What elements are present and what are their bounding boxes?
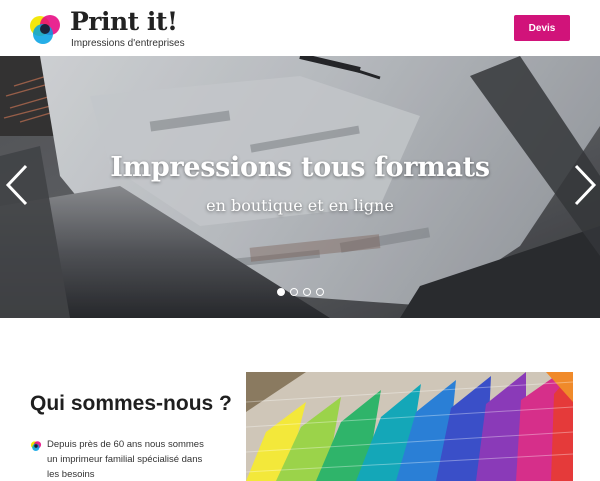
slider-dot[interactable] (290, 288, 298, 296)
slider-dot[interactable] (316, 288, 324, 296)
hero-background-image (0, 56, 600, 318)
about-text: Depuis près de 60 ans nous sommes un imp… (47, 439, 204, 480)
about-title: Qui sommes-nous ? (30, 392, 232, 415)
slider-dot[interactable] (303, 288, 311, 296)
chevron-right-icon[interactable] (568, 162, 600, 208)
slider-dot[interactable] (277, 288, 285, 296)
site-header: Print it! Impressions d'entreprises Devi… (0, 0, 600, 56)
hero-slider: Impressions tous formats en boutique et … (0, 56, 600, 318)
hero-title: Impressions tous formats (110, 152, 490, 183)
brand-subtitle: Impressions d'entreprises (71, 38, 185, 49)
logo-icon[interactable] (28, 12, 64, 48)
slider-dots (277, 288, 324, 298)
color-swatch-image (246, 372, 573, 481)
devis-button[interactable]: Devis (514, 15, 570, 41)
hero-subtitle: en boutique et en ligne (206, 196, 394, 215)
cmyk-circles-icon (30, 441, 42, 451)
brand-title[interactable]: Print it! (70, 8, 178, 36)
chevron-left-icon[interactable] (2, 162, 34, 208)
